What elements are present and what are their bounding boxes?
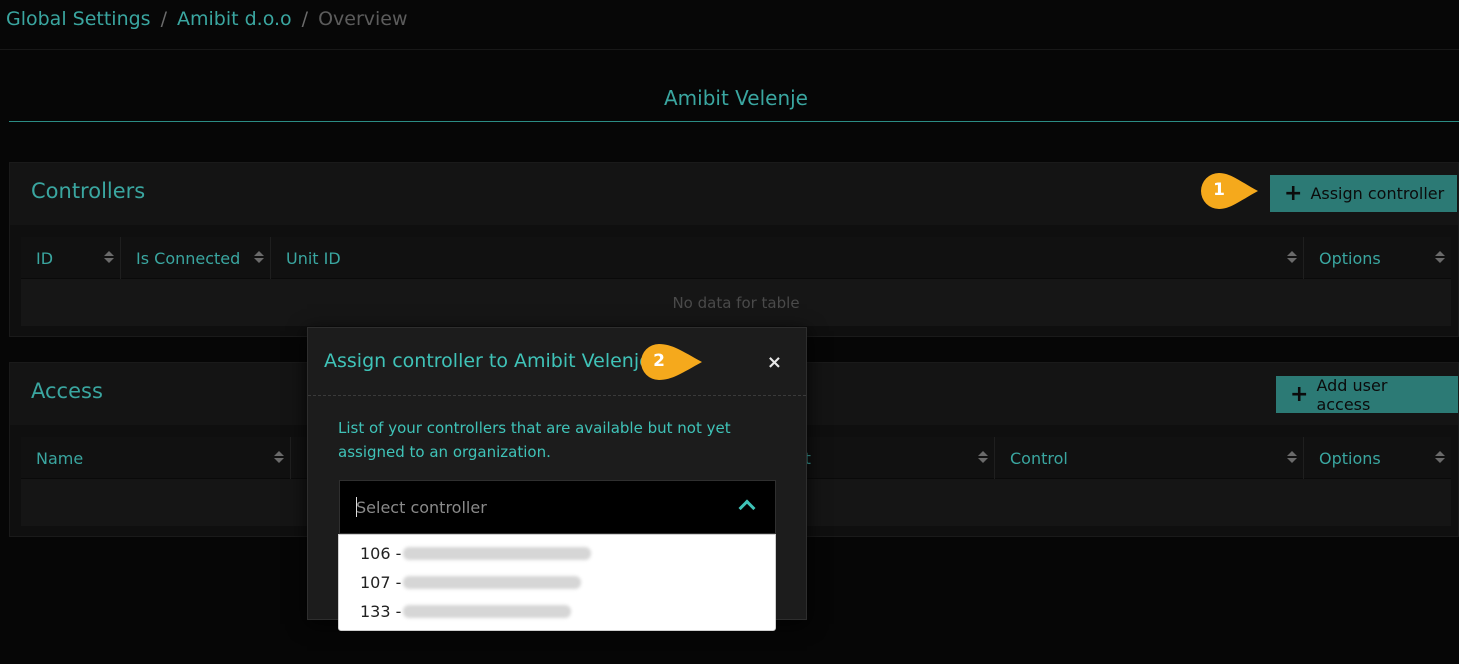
sort-icon: [1435, 251, 1445, 265]
plus-icon: +: [1290, 381, 1309, 407]
column-options[interactable]: Options: [1304, 237, 1451, 279]
controllers-table: ID Is Connected Unit ID Options No data …: [21, 237, 1451, 326]
controller-option[interactable]: 133 -: [339, 597, 775, 626]
breadcrumb: Global Settings / Amibit d.o.o / Overvie…: [6, 8, 408, 30]
controller-option[interactable]: 107 -: [339, 568, 775, 597]
chevron-up-icon[interactable]: [738, 499, 756, 517]
access-title: Access: [31, 379, 103, 403]
breadcrumb-separator: /: [301, 8, 309, 30]
modal-title: Assign controller to Amibit Velenje: [324, 350, 651, 372]
controller-options-list: 106 - 107 - 133 -: [338, 534, 776, 631]
breadcrumb-organization[interactable]: Amibit d.o.o: [177, 8, 292, 30]
page-title: Amibit Velenje: [663, 86, 808, 110]
column-options[interactable]: Options: [1304, 437, 1451, 479]
close-icon[interactable]: ×: [767, 352, 782, 373]
select-controller-dropdown[interactable]: Select controller: [339, 480, 776, 534]
redacted-serial: [403, 547, 592, 560]
top-bar: Global Settings / Amibit d.o.o / Overvie…: [0, 0, 1459, 50]
option-label: 133 -: [360, 602, 402, 621]
option-label: 107 -: [360, 573, 402, 592]
breadcrumb-separator: /: [160, 8, 167, 30]
column-unit-id[interactable]: Unit ID: [271, 237, 1304, 279]
column-control[interactable]: Control: [995, 437, 1304, 479]
controller-option[interactable]: 106 -: [339, 539, 775, 568]
callout-number: 1: [1213, 180, 1225, 200]
column-is-connected[interactable]: Is Connected: [121, 237, 271, 279]
redacted-serial: [403, 576, 582, 589]
sort-icon: [254, 251, 264, 265]
option-label: 106 -: [360, 544, 402, 563]
sort-icon: [1287, 251, 1297, 265]
callout-number: 2: [653, 351, 665, 371]
controllers-table-header: ID Is Connected Unit ID Options: [21, 237, 1451, 279]
sort-icon: [274, 451, 284, 465]
assign-controller-label: Assign controller: [1310, 184, 1445, 203]
select-placeholder: Select controller: [356, 498, 487, 517]
column-id[interactable]: ID: [21, 237, 121, 279]
sort-icon: [1435, 451, 1445, 465]
sort-icon: [104, 251, 114, 265]
callout-marker: 1: [1200, 172, 1258, 210]
breadcrumb-global-settings[interactable]: Global Settings: [6, 8, 151, 30]
breadcrumb-current: Overview: [318, 8, 408, 30]
modal-header: Assign controller to Amibit Velenje ×: [308, 328, 806, 396]
plus-icon: +: [1284, 180, 1303, 206]
title-divider: [9, 121, 1459, 122]
sort-icon: [978, 451, 988, 465]
assign-controller-button[interactable]: + Assign controller: [1270, 175, 1458, 212]
column-label: Options: [1319, 248, 1381, 268]
column-label: Unit ID: [286, 248, 341, 268]
column-label: Is Connected: [136, 248, 241, 268]
controllers-title: Controllers: [31, 179, 146, 203]
sort-icon: [1287, 451, 1297, 465]
column-label: Options: [1319, 448, 1381, 468]
column-label: Control: [1010, 448, 1068, 468]
add-user-access-label: Add user access: [1316, 375, 1388, 414]
column-name[interactable]: Name: [21, 437, 291, 479]
modal-description: List of your controllers that are availa…: [338, 419, 731, 461]
column-label: Name: [36, 448, 84, 468]
callout-marker: 2: [640, 343, 702, 381]
add-user-access-button[interactable]: + Add user access: [1276, 375, 1458, 414]
redacted-serial: [403, 605, 572, 618]
column-edit[interactable]: dit: [775, 437, 995, 479]
empty-table-message: No data for table: [21, 279, 1451, 326]
column-label: ID: [36, 248, 54, 268]
